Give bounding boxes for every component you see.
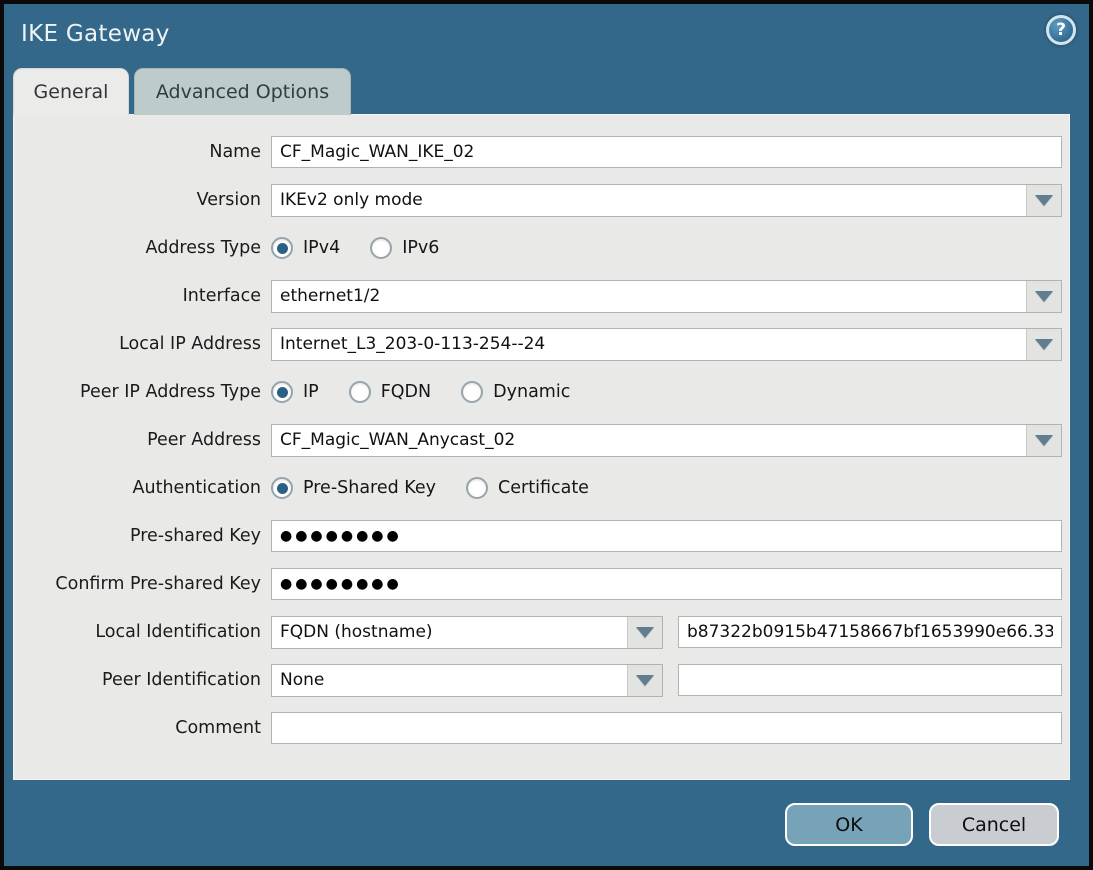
comment-label: Comment	[14, 718, 261, 738]
help-icon-glyph: ?	[1056, 20, 1066, 40]
chevron-down-icon	[1035, 435, 1053, 446]
dialog-title: IKE Gateway	[21, 21, 170, 47]
confirm-pre-shared-key-label: Confirm Pre-shared Key	[14, 574, 261, 594]
local-identification-row: Local Identification FQDN (hostname)	[14, 616, 1062, 648]
version-select[interactable]: IKEv2 only mode	[271, 184, 1062, 217]
radio-ip-icon	[271, 381, 293, 403]
dialog-footer: OK Cancel	[785, 803, 1059, 846]
local-ip-address-select[interactable]: Internet_L3_203-0-113-254--24	[271, 328, 1062, 361]
peer-ip-address-type-row: Peer IP Address Type IP FQDN Dynamic	[14, 376, 1062, 408]
version-row: Version IKEv2 only mode	[14, 184, 1062, 216]
cancel-button[interactable]: Cancel	[929, 803, 1059, 846]
peer-ip-address-type-radio-group: IP FQDN Dynamic	[271, 381, 570, 403]
authentication-label: Authentication	[14, 478, 261, 498]
name-label: Name	[14, 142, 261, 162]
peer-identification-label: Peer Identification	[14, 670, 261, 690]
radio-pre-shared-key-label: Pre-Shared Key	[303, 478, 436, 498]
radio-ipv6-icon	[370, 237, 392, 259]
title-bar: IKE Gateway	[4, 4, 1089, 64]
peer-address-select-value: CF_Magic_WAN_Anycast_02	[272, 425, 1026, 456]
address-type-label: Address Type	[14, 238, 261, 258]
confirm-pre-shared-key-row: Confirm Pre-shared Key	[14, 568, 1062, 600]
peer-identification-value-input[interactable]	[678, 664, 1062, 696]
peer-address-label: Peer Address	[14, 430, 261, 450]
pre-shared-key-input[interactable]	[271, 520, 1062, 552]
chevron-down-icon	[636, 675, 654, 686]
peer-address-row: Peer Address CF_Magic_WAN_Anycast_02	[14, 424, 1062, 456]
local-ip-address-dropdown-button[interactable]	[1026, 329, 1061, 360]
version-label: Version	[14, 190, 261, 210]
address-type-radio-group: IPv4 IPv6	[271, 237, 439, 259]
local-identification-label: Local Identification	[14, 622, 261, 642]
peer-identification-row: Peer Identification None	[14, 664, 1062, 696]
radio-ip-label: IP	[303, 382, 319, 402]
interface-label: Interface	[14, 286, 261, 306]
tab-advanced-options-label: Advanced Options	[156, 81, 329, 103]
radio-pre-shared-key-icon	[271, 477, 293, 499]
peer-identification-dropdown-button[interactable]	[627, 665, 662, 696]
radio-dynamic-label: Dynamic	[493, 382, 570, 402]
tab-general-label: General	[34, 81, 109, 103]
chevron-down-icon	[1035, 339, 1053, 350]
version-dropdown-button[interactable]	[1026, 185, 1061, 216]
general-tab-panel: Name Version IKEv2 only mode Address Typ…	[13, 114, 1070, 780]
local-ip-address-row: Local IP Address Internet_L3_203-0-113-2…	[14, 328, 1062, 360]
peer-address-dropdown-button[interactable]	[1026, 425, 1061, 456]
radio-ipv4-icon	[271, 237, 293, 259]
chevron-down-icon	[1035, 195, 1053, 206]
radio-option-ipv4[interactable]: IPv4	[271, 237, 340, 259]
pre-shared-key-label: Pre-shared Key	[14, 526, 261, 546]
confirm-pre-shared-key-input[interactable]	[271, 568, 1062, 600]
tab-general[interactable]: General	[13, 68, 129, 115]
name-row: Name	[14, 136, 1062, 168]
local-identification-type-value: FQDN (hostname)	[272, 617, 627, 648]
comment-row: Comment	[14, 712, 1062, 744]
address-type-row: Address Type IPv4 IPv6	[14, 232, 1062, 264]
local-identification-value-input[interactable]	[678, 616, 1062, 648]
authentication-row: Authentication Pre-Shared Key Certificat…	[14, 472, 1062, 504]
tab-advanced-options[interactable]: Advanced Options	[134, 68, 351, 115]
ok-button[interactable]: OK	[785, 803, 913, 846]
chevron-down-icon	[636, 627, 654, 638]
comment-input[interactable]	[271, 712, 1062, 744]
radio-option-fqdn[interactable]: FQDN	[349, 381, 431, 403]
radio-certificate-icon	[466, 477, 488, 499]
radio-option-pre-shared-key[interactable]: Pre-Shared Key	[271, 477, 436, 499]
local-ip-address-select-value: Internet_L3_203-0-113-254--24	[272, 329, 1026, 360]
radio-option-certificate[interactable]: Certificate	[466, 477, 589, 499]
radio-fqdn-icon	[349, 381, 371, 403]
peer-identification-type-select[interactable]: None	[271, 664, 663, 697]
radio-fqdn-label: FQDN	[381, 382, 431, 402]
ike-gateway-dialog: IKE Gateway ? General Advanced Options N…	[0, 0, 1093, 870]
local-identification-type-select[interactable]: FQDN (hostname)	[271, 616, 663, 649]
local-identification-dropdown-button[interactable]	[627, 617, 662, 648]
interface-row: Interface ethernet1/2	[14, 280, 1062, 312]
interface-select[interactable]: ethernet1/2	[271, 280, 1062, 313]
authentication-radio-group: Pre-Shared Key Certificate	[271, 477, 589, 499]
tab-bar: General Advanced Options	[13, 68, 351, 115]
radio-option-ipv6[interactable]: IPv6	[370, 237, 439, 259]
chevron-down-icon	[1035, 291, 1053, 302]
peer-ip-address-type-label: Peer IP Address Type	[14, 382, 261, 402]
radio-ipv4-label: IPv4	[303, 238, 340, 258]
radio-ipv6-label: IPv6	[402, 238, 439, 258]
radio-certificate-label: Certificate	[498, 478, 589, 498]
help-icon[interactable]: ?	[1046, 15, 1076, 45]
name-input[interactable]	[271, 136, 1062, 168]
pre-shared-key-row: Pre-shared Key	[14, 520, 1062, 552]
peer-identification-type-value: None	[272, 665, 627, 696]
interface-dropdown-button[interactable]	[1026, 281, 1061, 312]
radio-option-ip[interactable]: IP	[271, 381, 319, 403]
interface-select-value: ethernet1/2	[272, 281, 1026, 312]
peer-address-select[interactable]: CF_Magic_WAN_Anycast_02	[271, 424, 1062, 457]
radio-option-dynamic[interactable]: Dynamic	[461, 381, 570, 403]
local-ip-address-label: Local IP Address	[14, 334, 261, 354]
version-select-value: IKEv2 only mode	[272, 185, 1026, 216]
radio-dynamic-icon	[461, 381, 483, 403]
